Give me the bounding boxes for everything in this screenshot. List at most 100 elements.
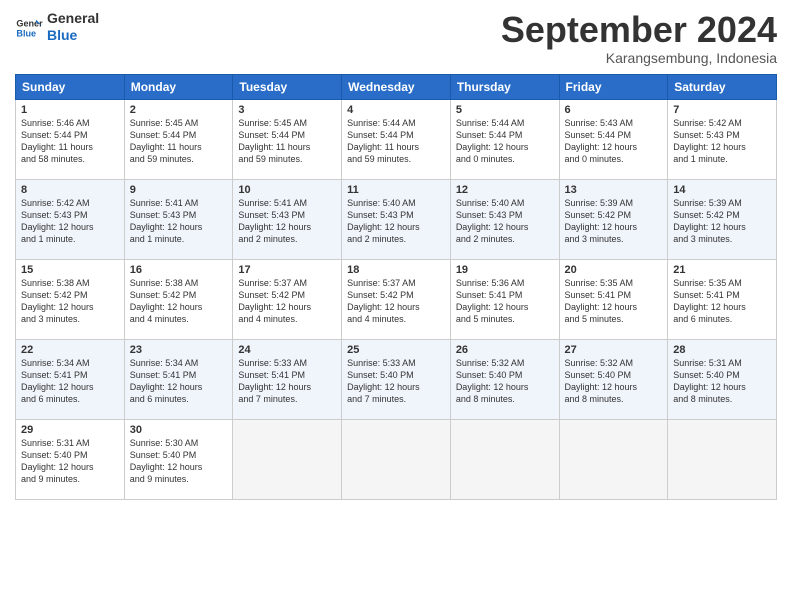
day-info: Sunrise: 5:33 AM Sunset: 5:40 PM Dayligh… — [347, 357, 445, 406]
day-number: 12 — [456, 184, 554, 196]
calendar-cell: 3Sunrise: 5:45 AM Sunset: 5:44 PM Daylig… — [233, 99, 342, 179]
day-number: 26 — [456, 344, 554, 356]
calendar-page: General Blue General Blue September 2024… — [0, 0, 792, 612]
calendar-cell: 17Sunrise: 5:37 AM Sunset: 5:42 PM Dayli… — [233, 259, 342, 339]
day-number: 8 — [21, 184, 119, 196]
day-number: 14 — [673, 184, 771, 196]
day-info: Sunrise: 5:34 AM Sunset: 5:41 PM Dayligh… — [21, 357, 119, 406]
day-number: 4 — [347, 104, 445, 116]
day-info: Sunrise: 5:40 AM Sunset: 5:43 PM Dayligh… — [456, 197, 554, 246]
week-row-4: 22Sunrise: 5:34 AM Sunset: 5:41 PM Dayli… — [16, 339, 777, 419]
day-info: Sunrise: 5:41 AM Sunset: 5:43 PM Dayligh… — [130, 197, 228, 246]
week-row-3: 15 Sunrise: 5:38 AM Sunset: 5:42 PM Dayli… — [16, 259, 777, 339]
calendar-cell: 16Sunrise: 5:38 AM Sunset: 5:42 PM Dayli… — [124, 259, 233, 339]
calendar-cell: 19Sunrise: 5:36 AM Sunset: 5:41 PM Dayli… — [450, 259, 559, 339]
day-info: Sunrise: 5:45 AM Sunset: 5:44 PM Dayligh… — [238, 117, 336, 166]
day-number: 29 — [21, 424, 119, 436]
day-number: 10 — [238, 184, 336, 196]
calendar-cell: 24Sunrise: 5:33 AM Sunset: 5:41 PM Dayli… — [233, 339, 342, 419]
day-info: Sunrise: 5:38 AM Sunset: 5:42 PM Dayligh… — [130, 277, 228, 326]
week-row-5: 29Sunrise: 5:31 AM Sunset: 5:40 PM Dayli… — [16, 419, 777, 499]
calendar-cell: 10Sunrise: 5:41 AM Sunset: 5:43 PM Dayli… — [233, 179, 342, 259]
day-info: Sunrise: 5:37 AM Sunset: 5:42 PM Dayligh… — [347, 277, 445, 326]
day-info: Sunrise: 5:42 AM Sunset: 5:43 PM Dayligh… — [21, 197, 119, 246]
calendar-cell — [559, 419, 668, 499]
day-number: 7 — [673, 104, 771, 116]
day-info: Sunrise: 5:42 AM Sunset: 5:43 PM Dayligh… — [673, 117, 771, 166]
day-info: Sunrise: 5:32 AM Sunset: 5:40 PM Dayligh… — [565, 357, 663, 406]
calendar-cell: 15Sunrise: 5:38 AM Sunset: 5:42 PM Dayli… — [16, 259, 125, 339]
calendar-cell: 6Sunrise: 5:43 AM Sunset: 5:44 PM Daylig… — [559, 99, 668, 179]
day-number: 11 — [347, 184, 445, 196]
calendar-cell: 18Sunrise: 5:37 AM Sunset: 5:42 PM Dayli… — [342, 259, 451, 339]
col-header-monday: Monday — [124, 74, 233, 99]
page-header: General Blue General Blue September 2024… — [15, 10, 777, 66]
day-number: 5 — [456, 104, 554, 116]
month-title: September 2024 — [501, 10, 777, 50]
day-info: Sunrise: 5:31 AM Sunset: 5:40 PM Dayligh… — [21, 437, 119, 486]
calendar-cell — [342, 419, 451, 499]
day-info: Sunrise: 5:45 AM Sunset: 5:44 PM Dayligh… — [130, 117, 228, 166]
calendar-cell: 28Sunrise: 5:31 AM Sunset: 5:40 PM Dayli… — [668, 339, 777, 419]
location-subtitle: Karangsembung, Indonesia — [501, 50, 777, 66]
calendar-cell: 13Sunrise: 5:39 AM Sunset: 5:42 PM Dayli… — [559, 179, 668, 259]
logo: General Blue General Blue — [15, 10, 99, 44]
col-header-tuesday: Tuesday — [233, 74, 342, 99]
day-number: 1 — [21, 104, 119, 116]
day-info: Sunrise: 5:34 AM Sunset: 5:41 PM Dayligh… — [130, 357, 228, 406]
day-number: 15 — [21, 264, 119, 276]
calendar-cell: 30Sunrise: 5:30 AM Sunset: 5:40 PM Dayli… — [124, 419, 233, 499]
calendar-cell: 8Sunrise: 5:42 AM Sunset: 5:43 PM Daylig… — [16, 179, 125, 259]
calendar-cell: 14Sunrise: 5:39 AM Sunset: 5:42 PM Dayli… — [668, 179, 777, 259]
day-number: 13 — [565, 184, 663, 196]
logo-icon: General Blue — [15, 14, 43, 42]
day-number: 24 — [238, 344, 336, 356]
day-number: 30 — [130, 424, 228, 436]
col-header-sunday: Sunday — [16, 74, 125, 99]
day-number: 2 — [130, 104, 228, 116]
day-number: 9 — [130, 184, 228, 196]
day-number: 17 — [238, 264, 336, 276]
day-info: Sunrise: 5:43 AM Sunset: 5:44 PM Dayligh… — [565, 117, 663, 166]
day-number: 20 — [565, 264, 663, 276]
calendar-cell: 9Sunrise: 5:41 AM Sunset: 5:43 PM Daylig… — [124, 179, 233, 259]
day-number: 16 — [130, 264, 228, 276]
col-header-friday: Friday — [559, 74, 668, 99]
day-info: Sunrise: 5:32 AM Sunset: 5:40 PM Dayligh… — [456, 357, 554, 406]
day-info: Sunrise: 5:33 AM Sunset: 5:41 PM Dayligh… — [238, 357, 336, 406]
col-header-saturday: Saturday — [668, 74, 777, 99]
day-number: 21 — [673, 264, 771, 276]
day-number: 23 — [130, 344, 228, 356]
day-number: 3 — [238, 104, 336, 116]
calendar-cell: 22Sunrise: 5:34 AM Sunset: 5:41 PM Dayli… — [16, 339, 125, 419]
calendar-cell: 11Sunrise: 5:40 AM Sunset: 5:43 PM Dayli… — [342, 179, 451, 259]
title-area: September 2024 Karangsembung, Indonesia — [501, 10, 777, 66]
day-info: Sunrise: 5:31 AM Sunset: 5:40 PM Dayligh… — [673, 357, 771, 406]
day-info: Sunrise: 5:41 AM Sunset: 5:43 PM Dayligh… — [238, 197, 336, 246]
calendar-cell: 1Sunrise: 5:46 AM Sunset: 5:44 PM Daylig… — [16, 99, 125, 179]
calendar-cell: 2Sunrise: 5:45 AM Sunset: 5:44 PM Daylig… — [124, 99, 233, 179]
calendar-cell: 12Sunrise: 5:40 AM Sunset: 5:43 PM Dayli… — [450, 179, 559, 259]
col-header-wednesday: Wednesday — [342, 74, 451, 99]
calendar-cell — [668, 419, 777, 499]
day-number: 19 — [456, 264, 554, 276]
day-info: Sunrise: 5:44 AM Sunset: 5:44 PM Dayligh… — [347, 117, 445, 166]
day-number: 22 — [21, 344, 119, 356]
day-info: Sunrise: 5:37 AM Sunset: 5:42 PM Dayligh… — [238, 277, 336, 326]
day-info: Sunrise: 5:44 AM Sunset: 5:44 PM Dayligh… — [456, 117, 554, 166]
calendar-cell: 20Sunrise: 5:35 AM Sunset: 5:41 PM Dayli… — [559, 259, 668, 339]
day-info: Sunrise: 5:36 AM Sunset: 5:41 PM Dayligh… — [456, 277, 554, 326]
calendar-cell: 5Sunrise: 5:44 AM Sunset: 5:44 PM Daylig… — [450, 99, 559, 179]
day-info: Sunrise: 5:40 AM Sunset: 5:43 PM Dayligh… — [347, 197, 445, 246]
day-info: Sunrise: 5:39 AM Sunset: 5:42 PM Dayligh… — [565, 197, 663, 246]
day-info: Sunrise: 5:35 AM Sunset: 5:41 PM Dayligh… — [673, 277, 771, 326]
day-number: 28 — [673, 344, 771, 356]
week-row-2: 8Sunrise: 5:42 AM Sunset: 5:43 PM Daylig… — [16, 179, 777, 259]
week-row-1: 1Sunrise: 5:46 AM Sunset: 5:44 PM Daylig… — [16, 99, 777, 179]
day-info: Sunrise: 5:39 AM Sunset: 5:42 PM Dayligh… — [673, 197, 771, 246]
calendar-table: SundayMondayTuesdayWednesdayThursdayFrid… — [15, 74, 777, 500]
calendar-cell — [450, 419, 559, 499]
calendar-cell: 26Sunrise: 5:32 AM Sunset: 5:40 PM Dayli… — [450, 339, 559, 419]
day-number: 27 — [565, 344, 663, 356]
calendar-body: 1Sunrise: 5:46 AM Sunset: 5:44 PM Daylig… — [16, 99, 777, 499]
